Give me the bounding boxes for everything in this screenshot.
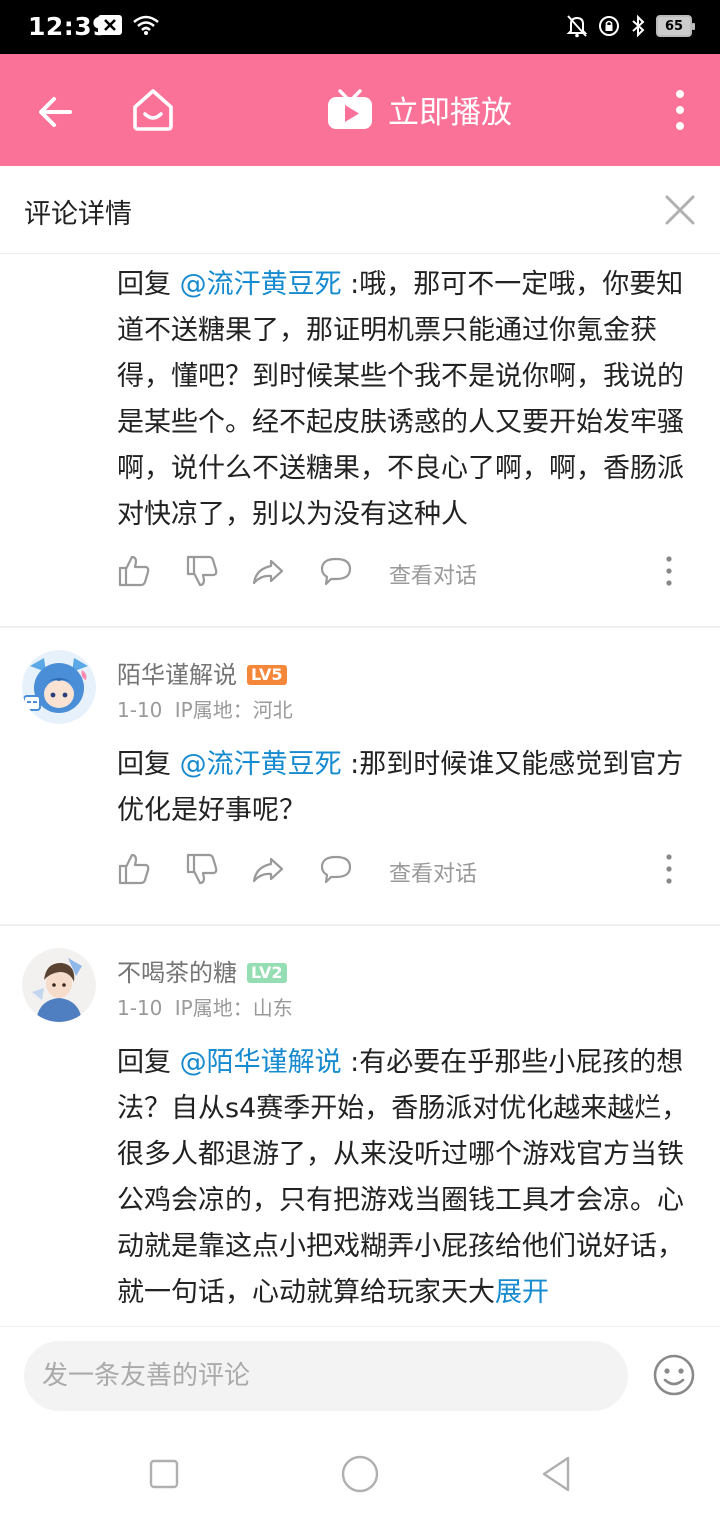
mention-link[interactable]: @流汗黄豆死 [180,269,342,300]
level-badge: LV5 [247,665,287,685]
comment-item: 陌华谨解说 LV5 1-10 IP属地：河北 回复 @流汗黄豆死 :那到时候谁又能… [0,628,720,926]
comment-item: 不喝茶的糖 LV2 1-10 IP属地：山东 回复 @陌华谨解说 :有必要在乎那些… [0,926,720,1326]
notification-x-icon [98,15,122,35]
play-now-label: 立即播放 [388,94,512,131]
comment-meta: 1-10 IP属地：河北 [117,694,293,723]
home-circle-icon[interactable] [340,1454,380,1494]
level-badge: LV2 [247,963,287,983]
comment-text: 回复 @流汗黄豆死 :哦，那可不一定哦，你要知道不送糖果了，那证明机票只能通过你… [117,269,684,530]
comment-input[interactable] [24,1341,628,1411]
emoji-icon[interactable] [652,1353,696,1397]
more-vertical-icon[interactable] [668,86,692,134]
comment-feed[interactable]: 回复 @流汗黄豆死 :哦，那可不一定哦，你要知道不送糖果了，那证明机票只能通过你… [0,254,720,1326]
play-now-button[interactable]: 立即播放 [326,84,512,134]
home-icon[interactable] [128,84,178,134]
back-arrow-icon[interactable] [32,88,80,136]
more-vertical-icon[interactable] [661,852,677,886]
rotation-lock-icon [599,16,619,36]
user-avatar[interactable] [22,948,96,1022]
comment-item: 回复 @流汗黄豆死 :哦，那可不一定哦，你要知道不送糖果了，那证明机票只能通过你… [0,254,720,628]
comment-detail-header: 评论详情 [0,166,720,254]
comment-bubble-icon[interactable] [319,554,353,588]
comment-text: 回复 @陌华谨解说 :有必要在乎那些小屁孩的想法？自从s4赛季开始，香肠派对优化… [117,1047,689,1308]
comment-input-bar [0,1326,720,1426]
system-navigation-bar [0,1426,720,1520]
expand-link[interactable]: 展开 [495,1277,549,1308]
recent-apps-icon[interactable] [148,1458,180,1490]
more-vertical-icon[interactable] [661,554,677,588]
view-conversation-link[interactable]: 查看对话 [389,856,477,888]
username[interactable]: 陌华谨解说 [117,661,237,689]
battery-indicator: 65 [656,15,695,37]
bluetooth-icon [632,14,645,38]
comment-actions: 查看对话 [117,554,677,594]
view-conversation-link[interactable]: 查看对话 [389,558,477,590]
wifi-icon [133,15,159,35]
mention-link[interactable]: @流汗黄豆死 [180,749,342,780]
ip-location: IP属地：山东 [174,996,293,1020]
close-icon[interactable] [662,192,698,228]
comment-text: 回复 @流汗黄豆死 :那到时候谁又能感觉到官方优化是好事呢？ [117,749,684,826]
bell-off-icon [566,15,588,38]
thumbs-down-icon[interactable] [185,554,219,588]
ip-location: IP属地：河北 [174,698,293,722]
username[interactable]: 不喝茶的糖 [117,959,237,987]
thumbs-up-icon[interactable] [117,554,151,588]
comment-input-container [24,1341,628,1411]
page-title: 评论详情 [24,199,132,230]
comment-actions: 查看对话 [117,852,677,892]
thumbs-up-icon[interactable] [117,852,151,886]
comment-date: 1-10 [117,698,163,722]
back-triangle-icon[interactable] [538,1454,574,1494]
user-avatar[interactable] [22,650,96,724]
app-bar: 立即播放 [0,54,720,166]
comment-date: 1-10 [117,996,163,1020]
tv-play-icon [328,89,372,129]
share-icon[interactable] [251,852,285,886]
comment-bubble-icon[interactable] [319,852,353,886]
comment-meta: 1-10 IP属地：山东 [117,992,293,1021]
mention-link[interactable]: @陌华谨解说 [180,1047,342,1078]
thumbs-down-icon[interactable] [185,852,219,886]
share-icon[interactable] [251,554,285,588]
status-bar: 12:39 65 [0,0,720,54]
